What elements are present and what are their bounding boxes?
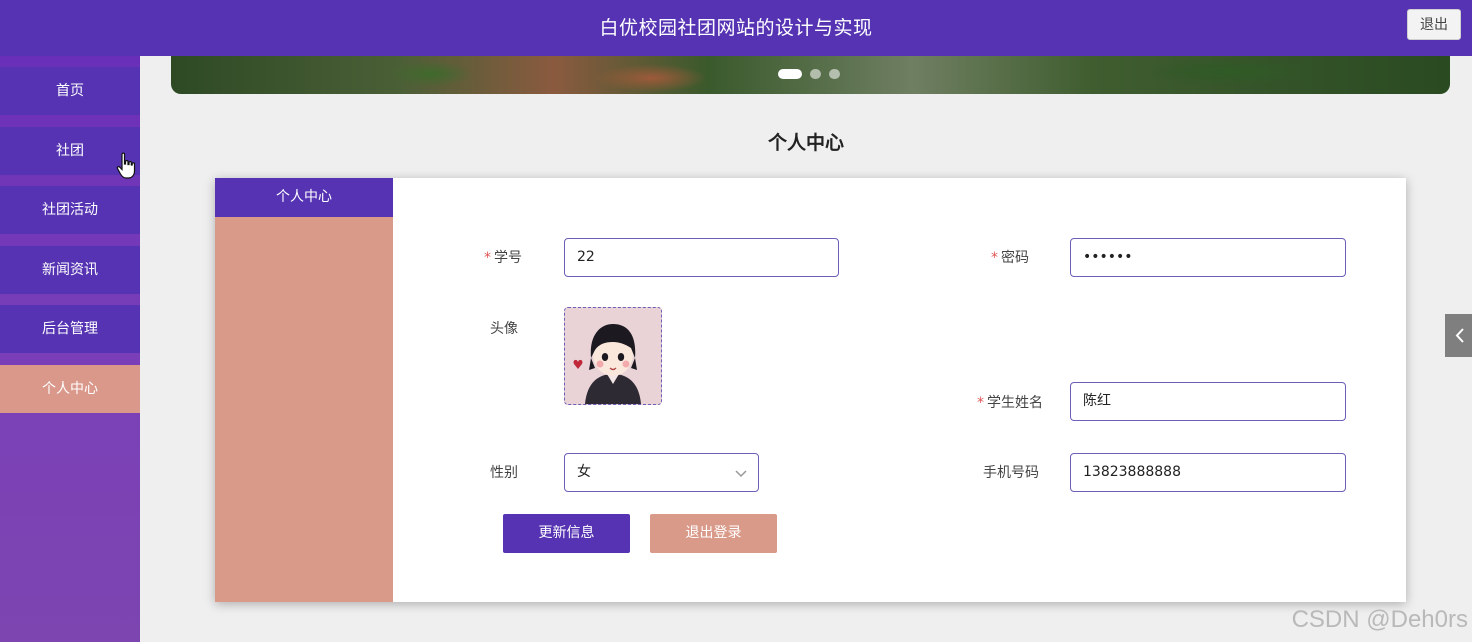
avatar-label: 头像: [490, 321, 518, 337]
student-name-input[interactable]: 陈红: [1070, 382, 1346, 421]
watermark: CSDN @Deh0rs: [1291, 606, 1468, 633]
password-label-text: 密码: [1001, 250, 1029, 266]
sidebar-item-admin[interactable]: 后台管理: [0, 305, 140, 353]
required-mark: *: [484, 250, 491, 266]
top-bar: 白优校园社团网站的设计与实现 退出: [0, 0, 1472, 56]
gender-select[interactable]: 女: [564, 453, 759, 492]
logout-button[interactable]: 退出登录: [650, 514, 777, 553]
banner-dot-1[interactable]: [778, 69, 802, 79]
banner-dot-2[interactable]: [810, 69, 821, 79]
avatar-upload[interactable]: [564, 307, 662, 405]
required-mark: *: [991, 250, 998, 266]
gender-value: 女: [577, 464, 591, 480]
password-input[interactable]: ••••••: [1070, 238, 1346, 277]
update-info-button[interactable]: 更新信息: [503, 514, 630, 553]
sidebar-item-home[interactable]: 首页: [0, 67, 140, 115]
password-label: * 密码: [977, 247, 1029, 267]
top-logout-button[interactable]: 退出: [1407, 9, 1461, 40]
banner-dot-3[interactable]: [829, 69, 840, 79]
hand-pointer-icon: [116, 152, 136, 179]
side-drawer-toggle[interactable]: [1445, 314, 1472, 357]
sidebar-item-club-activity[interactable]: 社团活动: [0, 186, 140, 234]
student-name-label-text: 学生姓名: [987, 395, 1043, 411]
phone-label: 手机号码: [983, 465, 1039, 481]
sidebar-item-personal-center[interactable]: 个人中心: [0, 365, 140, 413]
required-mark: *: [977, 395, 984, 411]
student-name-label: * 学生姓名: [963, 392, 1043, 412]
tab-personal-center[interactable]: 个人中心: [215, 178, 393, 217]
gender-label: 性别: [490, 465, 518, 481]
chevron-left-icon: [1455, 328, 1464, 343]
site-title: 白优校园社团网站的设计与实现: [599, 17, 873, 39]
card-side-panel: 个人中心: [215, 178, 393, 602]
student-id-label: * 学号: [470, 247, 522, 267]
page-title: 个人中心: [767, 132, 844, 154]
student-id-label-text: 学号: [494, 250, 522, 266]
student-id-input[interactable]: 22: [564, 238, 839, 277]
chevron-down-icon: [735, 470, 747, 478]
app-root: 白优校园社团网站的设计与实现 退出 首页 社团 社团活动 新闻资讯 后台管理 个…: [0, 0, 1472, 642]
phone-input[interactable]: 13823888888: [1070, 453, 1346, 492]
avatar-image: [565, 308, 661, 404]
sidebar-item-news[interactable]: 新闻资讯: [0, 246, 140, 294]
banner-indicators: [778, 68, 848, 80]
